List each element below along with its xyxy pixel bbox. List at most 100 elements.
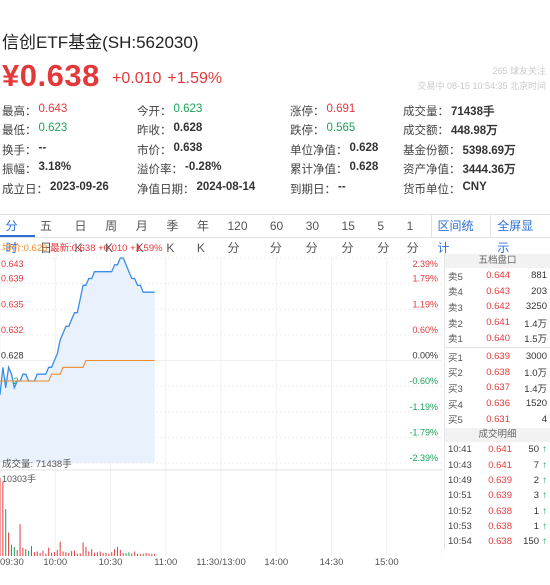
stat-label: 换手： xyxy=(2,144,37,157)
y-tick-label: 0.639 xyxy=(1,274,24,284)
trade-direction-icon: ↑ xyxy=(542,521,547,533)
tab-4[interactable]: 月K xyxy=(130,215,161,255)
x-tick-label: 11:00 xyxy=(154,557,177,568)
tab-1[interactable]: 五日 xyxy=(35,215,70,255)
x-tick-label: 11:30/13:00 xyxy=(196,557,245,568)
stat-value: 71438手 xyxy=(451,105,495,118)
stat-value: 0.638 xyxy=(173,141,203,154)
book-volume: 1.4万 xyxy=(524,318,547,330)
x-tick-label: 14:30 xyxy=(320,557,344,568)
fullscreen-button[interactable]: 全屏显示 xyxy=(490,215,550,255)
stat-label: 市价： xyxy=(137,144,172,157)
stat-cell: 涨停： 0.691 xyxy=(290,103,403,119)
stat-cell: 单位净值： 0.628 xyxy=(290,142,403,158)
tab-10[interactable]: 15分 xyxy=(336,215,372,255)
trade-volume: 50 xyxy=(528,444,539,456)
book-price: 0.641 xyxy=(486,317,510,329)
watchers-count[interactable]: 265 球友关注 xyxy=(417,64,546,79)
stat-cell: 市价： 0.638 xyxy=(137,142,290,158)
x-tick-label: 10:00 xyxy=(43,557,67,568)
book-price: 0.631 xyxy=(486,413,510,425)
y-pct-tick-label: 1.79% xyxy=(412,274,438,284)
y-tick-label: 0.643 xyxy=(1,259,24,269)
tab-3[interactable]: 周K xyxy=(100,215,131,255)
stat-label: 累计净值： xyxy=(290,164,348,177)
book-price: 0.642 xyxy=(486,301,510,313)
y-pct-tick-label: -2.39% xyxy=(409,453,438,463)
tab-12[interactable]: 1分 xyxy=(401,215,430,255)
x-tick-label: 09:30 xyxy=(0,557,24,568)
book-volume: 4 xyxy=(541,413,547,425)
book-label: 卖1 xyxy=(448,334,463,346)
x-tick-label: 14:00 xyxy=(264,557,288,568)
stat-cell: 最低： 0.623 xyxy=(2,122,137,138)
book-price: 0.639 xyxy=(486,351,510,363)
trade-time: 10:41 xyxy=(448,444,472,456)
stat-label: 货币单位： xyxy=(403,183,461,196)
y-tick-label: 0.635 xyxy=(1,299,24,309)
volume-label: 成交量: 71438手 xyxy=(2,458,72,470)
trade-direction-icon: ↑ xyxy=(542,490,547,502)
stat-value: 0.628 xyxy=(349,161,379,174)
trade-volume: 3 xyxy=(533,490,539,502)
book-label: 买3 xyxy=(448,383,463,395)
book-volume: 1.0万 xyxy=(524,368,547,380)
tab-5[interactable]: 季K xyxy=(161,215,192,255)
book-volume: 1.4万 xyxy=(524,383,547,395)
stat-cell: 到期日： -- xyxy=(290,181,403,197)
stat-value: 448.98万 xyxy=(451,125,498,138)
stat-label: 基金份额： xyxy=(403,144,461,157)
book-label: 买5 xyxy=(448,415,463,427)
tab-7[interactable]: 120分 xyxy=(222,215,264,255)
stat-value: 2023-09-26 xyxy=(50,180,109,193)
trade-row: 10:51 0.639 3 ↑ xyxy=(445,488,550,503)
stats-row: 成立日： 2023-09-26 净值日期： 2024-08-14 到期日： -- 货币单位：… xyxy=(2,179,548,199)
trade-row: 10:41 0.641 50 ↑ xyxy=(445,442,550,457)
quote-page: 信创ETF基金(SH:562030) ¥0.638 +0.010 +1.59% 2… xyxy=(0,0,550,585)
trade-row: 10:49 0.639 2 ↑ xyxy=(445,473,550,488)
y-pct-tick-label: 1.19% xyxy=(412,299,438,309)
y-pct-tick-label: -1.79% xyxy=(409,427,438,437)
tab-6[interactable]: 年K xyxy=(191,215,222,255)
stat-value: 0.565 xyxy=(326,122,356,135)
tab-2[interactable]: 日K xyxy=(69,215,100,255)
stats-row: 最低： 0.623 昨收： 0.628 跌停： 0.565 成交额： 448.98万 xyxy=(2,121,548,141)
book-row: 卖4 0.643 203 xyxy=(445,284,550,300)
book-label: 卖4 xyxy=(448,287,463,299)
book-volume: 203 xyxy=(531,285,547,297)
stat-value: 2024-08-14 xyxy=(196,180,256,193)
chart-tabs: 分时 五日 日K 周K 月K 季K 年K 120分 60分 30分 15分 5分 1分 区间统计 全屏显示 xyxy=(0,214,550,255)
stat-cell: 资产净值： 3444.36万 xyxy=(403,161,548,177)
stat-label: 溢价率： xyxy=(137,164,183,177)
stat-value: 3444.36万 xyxy=(462,164,516,177)
order-book: 五档盘口 卖5 0.644 881 卖4 0.643 203 卖3 0.642 3250 卖2 0.… xyxy=(444,254,550,550)
tab-11[interactable]: 5分 xyxy=(372,215,401,255)
trade-volume: 150 xyxy=(523,536,539,548)
tab-0[interactable]: 分时 xyxy=(0,215,35,255)
stats-row: 振幅： 3.18% 溢价率： -0.28% 累计净值： 0.628 资产净值： 3444.36… xyxy=(2,160,548,180)
trade-time: 10:53 xyxy=(448,521,472,533)
book-price: 0.637 xyxy=(486,382,510,394)
trade-volume: 2 xyxy=(533,474,539,486)
trade-price: 0.639 xyxy=(488,490,512,502)
book-volume: 3250 xyxy=(525,301,547,313)
stat-cell: 昨收： 0.628 xyxy=(137,122,290,138)
stat-label: 最高： xyxy=(2,105,37,118)
x-tick-label: 10:30 xyxy=(99,557,123,568)
book-label: 买2 xyxy=(448,368,463,380)
stat-label: 资产净值： xyxy=(403,164,461,177)
y-pct-tick-label: -0.60% xyxy=(409,376,438,386)
y-pct-tick-label: 0.00% xyxy=(412,351,438,361)
change-percent: +1.59% xyxy=(167,70,223,87)
y-pct-tick-label: -1.19% xyxy=(409,402,438,412)
header-meta: 265 球友关注 交易中 08-15 10:54:35 北京时间 xyxy=(417,64,546,94)
intraday-chart[interactable]: 0.643 2.39% 0.639 1.79% 0.635 1.19% 0.632 0.60%… xyxy=(0,238,442,568)
range-stats-button[interactable]: 区间统计 xyxy=(430,215,491,255)
trade-time: 10:54 xyxy=(448,536,472,548)
tab-9[interactable]: 30分 xyxy=(300,215,336,255)
stat-cell: 基金份额： 5398.69万 xyxy=(403,142,548,158)
trades-title: 成交明细 xyxy=(445,427,550,442)
stat-value: 0.643 xyxy=(38,102,68,115)
tab-8[interactable]: 60分 xyxy=(264,215,300,255)
trade-time: 10:52 xyxy=(448,505,472,517)
